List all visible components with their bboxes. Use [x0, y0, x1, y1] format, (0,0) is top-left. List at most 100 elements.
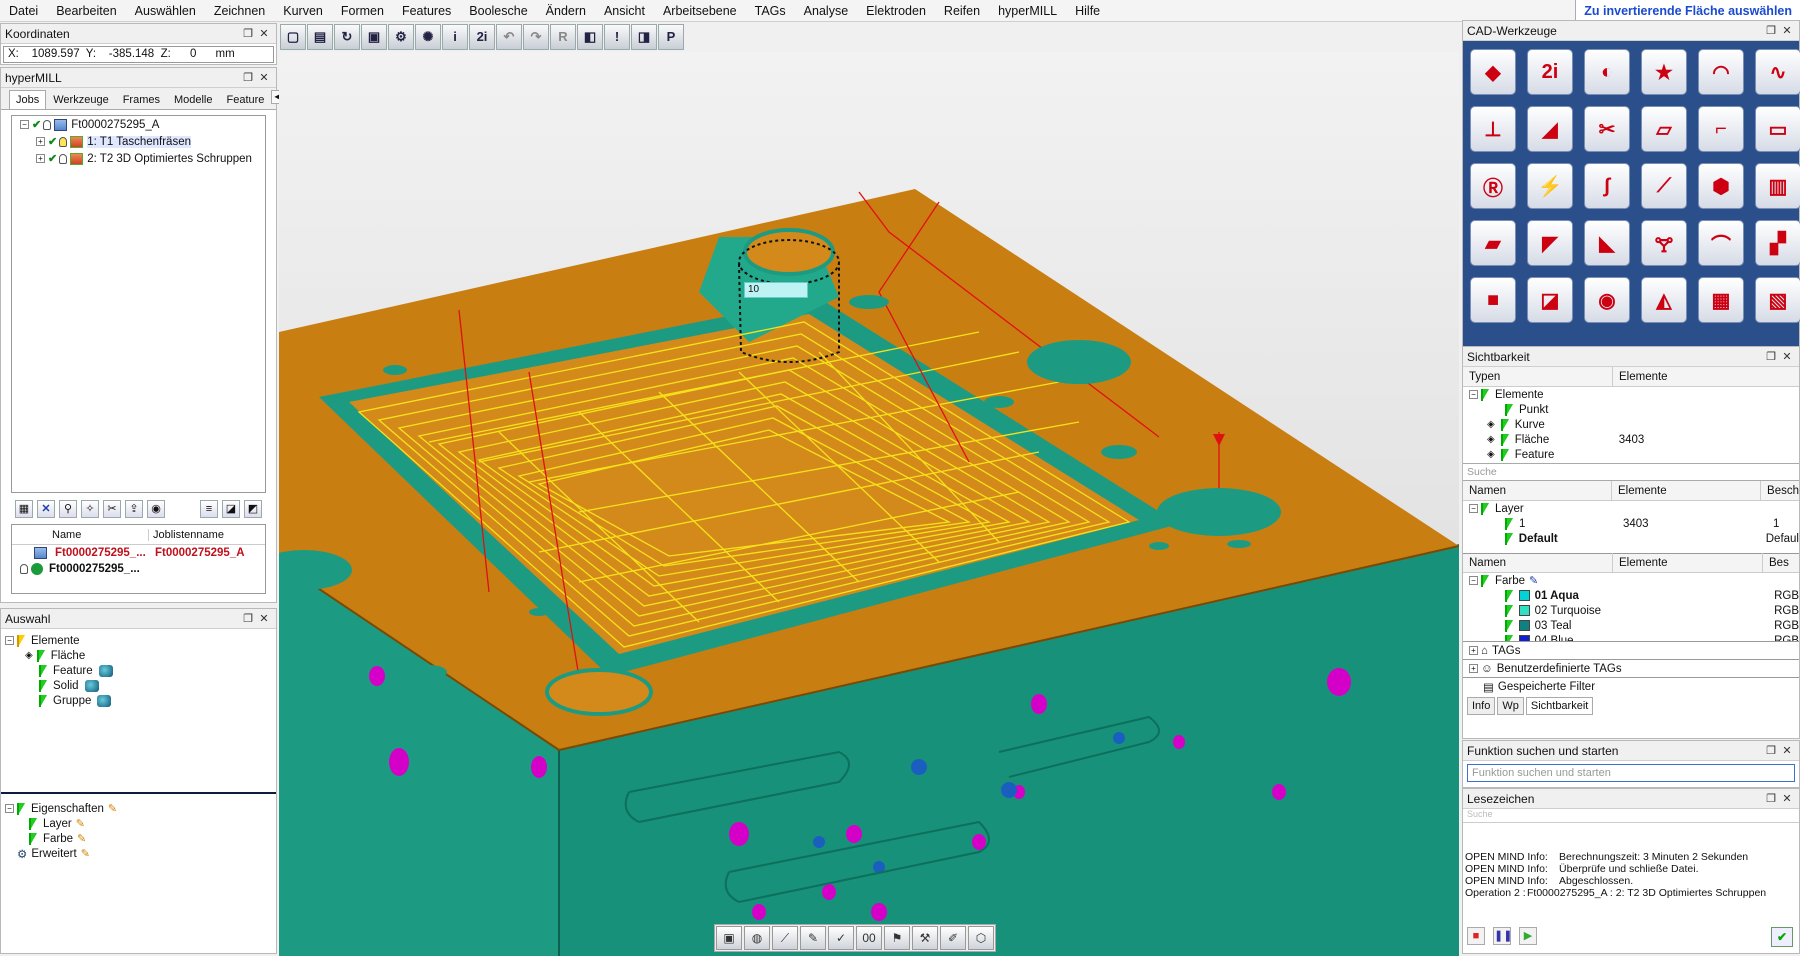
calc-icon[interactable]: ◪: [222, 500, 240, 518]
zigzag-icon[interactable]: ⚡: [1527, 163, 1573, 209]
star-i-icon[interactable]: ★: [1641, 49, 1687, 95]
menu-datei[interactable]: Datei: [0, 0, 47, 22]
person-icon[interactable]: ⚑: [884, 926, 910, 950]
pencil-icon[interactable]: ✎: [1529, 574, 1538, 587]
wireframe-icon[interactable]: ⬡: [968, 926, 994, 950]
menu-auswaehlen[interactable]: Auswählen: [126, 0, 205, 22]
tree-item[interactable]: 1 3403 1: [1463, 516, 1799, 531]
simulate-icon[interactable]: ◉: [147, 500, 165, 518]
menu-aendern[interactable]: Ändern: [537, 0, 595, 22]
expand-icon[interactable]: +: [1469, 646, 1478, 655]
tab-feature[interactable]: Feature: [220, 90, 272, 109]
3d-viewport[interactable]: 10: [279, 52, 1459, 956]
table-row[interactable]: Ft0000275295_... Ft0000275295_A: [12, 545, 265, 561]
fan-icon[interactable]: ◭: [1641, 277, 1687, 323]
tree-item[interactable]: − Eigenschaften ✎: [5, 801, 117, 816]
arc-icon[interactable]: ◠: [1698, 49, 1744, 95]
spline-icon[interactable]: ∫: [1584, 163, 1630, 209]
pin-icon[interactable]: ✓: [828, 926, 854, 950]
parking-icon[interactable]: P: [658, 24, 684, 50]
repeat-icon[interactable]: R: [550, 24, 576, 50]
menu-formen[interactable]: Formen: [332, 0, 393, 22]
folder-icon[interactable]: ▱: [1641, 106, 1687, 152]
menu-zeichnen[interactable]: Zeichnen: [205, 0, 274, 22]
horn-icon[interactable]: ⌒: [1698, 220, 1744, 266]
tree-root[interactable]: − ✔ Ft0000275295_A: [12, 116, 265, 133]
lesezeichen-search[interactable]: Suche: [1463, 809, 1799, 823]
job-item[interactable]: + ✔ 1: T1 Taschenfräsen: [12, 133, 265, 150]
wand-icon[interactable]: ✧: [81, 500, 99, 518]
dimension-icon[interactable]: ⊥: [1470, 106, 1516, 152]
pencil-icon[interactable]: ✎: [76, 817, 85, 830]
new-file-icon[interactable]: ▢: [280, 24, 306, 50]
tab-info[interactable]: Info: [1467, 697, 1496, 715]
tool-holder-icon[interactable]: ⚒: [912, 926, 938, 950]
tree-item[interactable]: − Elemente: [5, 633, 276, 648]
chalice-icon[interactable]: 🝖: [1641, 220, 1687, 266]
bulb-icon[interactable]: [20, 564, 28, 574]
menu-reifen[interactable]: Reifen: [935, 0, 989, 22]
float-icon[interactable]: ❐: [1763, 24, 1779, 37]
menu-elektroden[interactable]: Elektroden: [857, 0, 935, 22]
tab-sichtbarkeit[interactable]: Sichtbarkeit: [1525, 697, 1594, 715]
collapse-icon[interactable]: −: [20, 120, 29, 129]
tree-item[interactable]: ◈ Feature: [1463, 447, 1799, 462]
menu-tags[interactable]: TAGs: [746, 0, 795, 22]
types-search[interactable]: Suche: [1463, 463, 1799, 481]
cube-icon[interactable]: ▣: [716, 926, 742, 950]
table-row[interactable]: Ft0000275295_...: [12, 561, 265, 577]
tree-item[interactable]: Farbe ✎: [5, 831, 117, 846]
menu-ansicht[interactable]: Ansicht: [595, 0, 654, 22]
pen-icon[interactable]: ✐: [940, 926, 966, 950]
color-row[interactable]: 02 Turquoise RGB: [1463, 603, 1799, 618]
chart-icon[interactable]: ◩: [244, 500, 262, 518]
pencil-icon[interactable]: ✎: [108, 802, 117, 815]
tree-item[interactable]: ◈ Kurve: [1463, 417, 1799, 432]
expand-icon[interactable]: +: [36, 137, 45, 146]
section-saved-filters[interactable]: ▤ Gespeicherte Filter: [1463, 677, 1799, 695]
link-icon[interactable]: ⚲: [59, 500, 77, 518]
pause-icon[interactable]: ❚❚: [1493, 927, 1512, 945]
close-icon[interactable]: ✕: [1779, 744, 1795, 757]
collapse-icon[interactable]: −: [5, 804, 14, 813]
float-icon[interactable]: ❐: [1763, 350, 1779, 363]
stack-icon[interactable]: ≡: [200, 500, 218, 518]
close-icon[interactable]: ✕: [1779, 24, 1795, 37]
tree-item[interactable]: Default Defaul: [1463, 531, 1799, 546]
float-icon[interactable]: ❐: [240, 27, 256, 40]
knife-icon[interactable]: ⟋: [1641, 163, 1687, 209]
float-icon[interactable]: ❐: [240, 612, 256, 625]
tab-frames[interactable]: Frames: [116, 90, 167, 109]
globe-icon[interactable]: ◍: [744, 926, 770, 950]
col-name[interactable]: Name: [52, 529, 148, 541]
menu-features[interactable]: Features: [393, 0, 460, 22]
bulb-icon[interactable]: [43, 119, 52, 130]
close-icon[interactable]: ✕: [256, 71, 272, 84]
stamp-icon[interactable]: ✂: [1584, 106, 1630, 152]
info-icon[interactable]: i: [442, 24, 468, 50]
menu-kurven[interactable]: Kurven: [274, 0, 332, 22]
col-beschreibung[interactable]: Bes: [1763, 553, 1799, 573]
mesh-icon[interactable]: ⬢: [1698, 163, 1744, 209]
circle-r-icon[interactable]: Ⓡ: [1470, 163, 1516, 209]
collapse-icon[interactable]: −: [1469, 576, 1478, 585]
text-2i-icon[interactable]: 2i: [469, 24, 495, 50]
cylinder-icon[interactable]: ◉: [1584, 277, 1630, 323]
tree-item[interactable]: − Elemente: [1463, 387, 1799, 402]
zero-icon[interactable]: 00: [856, 926, 882, 950]
col-elemente[interactable]: Elemente: [1612, 480, 1762, 501]
collapse-icon[interactable]: −: [5, 636, 14, 645]
color-row[interactable]: 04 Blue RGB: [1463, 633, 1799, 641]
gear-10-icon[interactable]: ✺: [415, 24, 441, 50]
frame-icon[interactable]: ▭: [1755, 106, 1800, 152]
machine-icon[interactable]: ◨: [631, 24, 657, 50]
col-elemente[interactable]: Elemente: [1613, 553, 1763, 573]
float-icon[interactable]: ❐: [1763, 744, 1779, 757]
tab-wp[interactable]: Wp: [1497, 697, 1524, 715]
tab-jobs[interactable]: Jobs: [9, 90, 47, 109]
job-item[interactable]: + ✔ 2: T2 3D Optimiertes Schruppen: [12, 150, 265, 167]
section-tags[interactable]: + ⌂ TAGs: [1463, 641, 1799, 659]
menu-hypermill[interactable]: hyperMILL: [989, 0, 1066, 22]
color-row[interactable]: 01 Aqua RGB: [1463, 588, 1799, 603]
tree-item[interactable]: ⚙ Erweitert ✎: [5, 846, 117, 861]
